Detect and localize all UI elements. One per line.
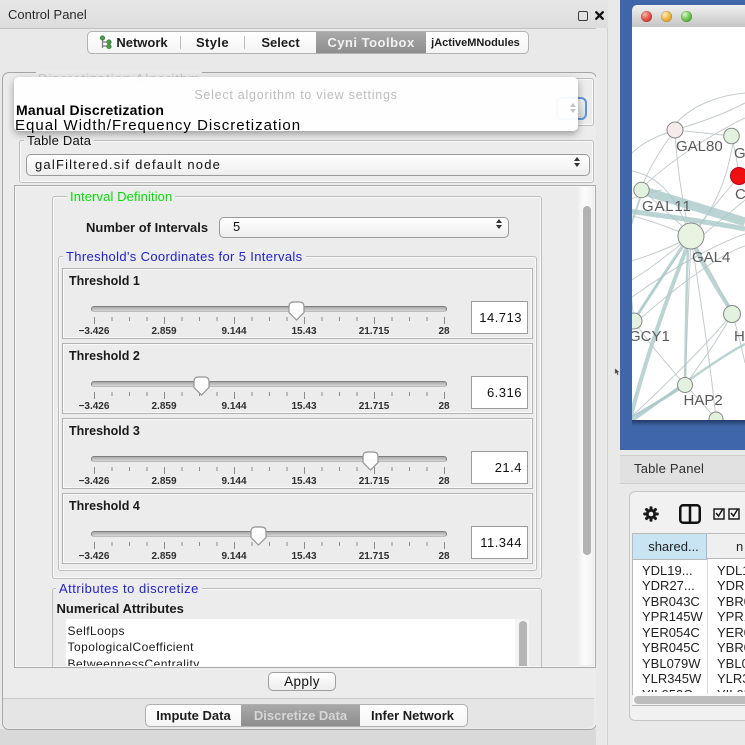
svg-text:GAL80: GAL80 bbox=[676, 138, 723, 155]
svg-text:HI: HI bbox=[734, 328, 745, 345]
svg-text:HAP2: HAP2 bbox=[684, 392, 723, 409]
svg-text:C: C bbox=[735, 186, 745, 203]
svg-text:GCY1: GCY1 bbox=[632, 328, 670, 345]
svg-text:GAL11: GAL11 bbox=[642, 198, 692, 215]
svg-text:GAL4: GAL4 bbox=[692, 249, 730, 266]
svg-text:GA: GA bbox=[734, 145, 745, 162]
